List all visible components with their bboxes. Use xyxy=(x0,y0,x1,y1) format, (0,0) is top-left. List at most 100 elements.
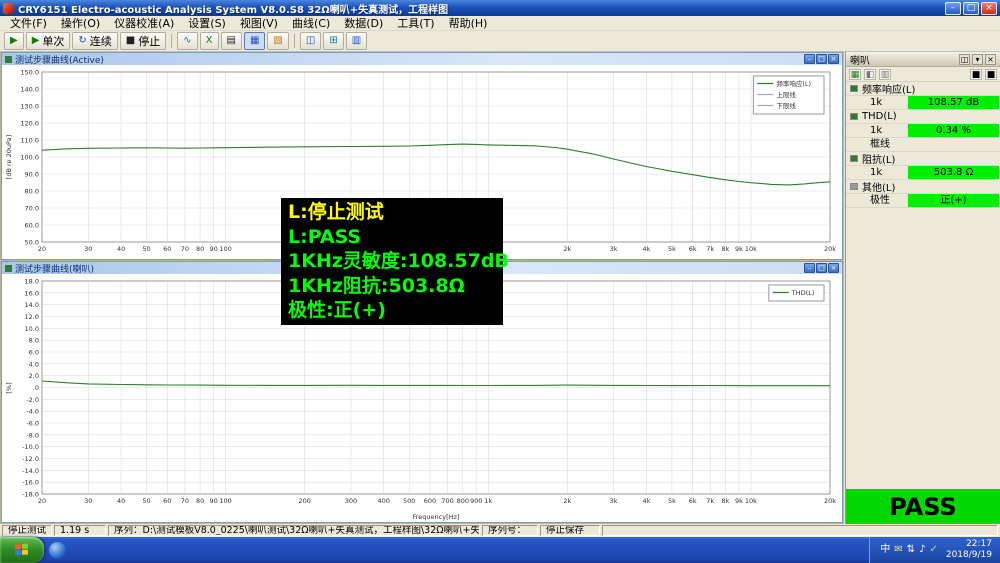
chart-restore-button[interactable]: □ xyxy=(816,263,827,273)
taskbar: 中 ✉ ⇅ ♪ ✓ 22:17 2018/9/19 xyxy=(0,537,1000,563)
panel-legend-icon[interactable]: ▦ xyxy=(849,68,861,80)
panel-marker-icon[interactable]: ■ xyxy=(985,68,997,80)
play-button[interactable]: ▶ xyxy=(4,32,24,50)
chart-window-title: 测试步骤曲线(Active) xyxy=(15,55,104,66)
svg-text:800: 800 xyxy=(457,497,469,505)
measurement-row[interactable]: 1k 503.8 Ω xyxy=(846,166,1000,180)
panel-menu-icon[interactable]: ◫ xyxy=(959,53,970,65)
menu-help[interactable]: 帮助(H) xyxy=(442,15,495,31)
volume-icon[interactable]: ♪ xyxy=(919,545,925,555)
waveform-tool-button[interactable]: ∿ xyxy=(177,32,198,50)
menu-data[interactable]: 数据(D) xyxy=(337,15,390,31)
svg-text:80.0: 80.0 xyxy=(25,188,39,196)
panel-toolbar: ▦ ◧ ▥ ■ ■ xyxy=(846,67,1000,82)
network-icon[interactable]: ⇅ xyxy=(907,545,915,555)
svg-text:40: 40 xyxy=(117,497,125,505)
svg-text:40: 40 xyxy=(117,245,125,253)
menu-calibration[interactable]: 仪器校准(A) xyxy=(107,15,181,31)
overlay-impedance-line: 1KHz阻抗:503.8Ω xyxy=(288,274,465,297)
svg-text:100: 100 xyxy=(219,497,231,505)
svg-text:100.0: 100.0 xyxy=(20,154,39,162)
svg-text:[%]: [%] xyxy=(5,382,13,393)
chart-restore-button[interactable]: □ xyxy=(816,54,827,64)
mail-icon[interactable]: ✉ xyxy=(894,545,902,555)
section-header-other[interactable]: 其他(L) xyxy=(846,180,1000,194)
safety-icon[interactable]: ✓ xyxy=(929,545,937,555)
measurement-value xyxy=(908,138,999,151)
svg-text:110.0: 110.0 xyxy=(20,137,39,145)
open-folder-button[interactable]: ▧ xyxy=(267,32,289,50)
menu-file[interactable]: 文件(F) xyxy=(3,15,54,31)
svg-text:60.0: 60.0 xyxy=(25,222,39,230)
svg-text:-8.0: -8.0 xyxy=(26,431,39,439)
svg-text:20: 20 xyxy=(38,497,46,505)
measurement-row[interactable]: 1k 108.57 dB xyxy=(846,96,1000,110)
svg-text:-2.0: -2.0 xyxy=(26,396,39,404)
svg-text:100: 100 xyxy=(219,245,231,253)
chart-minimize-button[interactable]: – xyxy=(804,263,815,273)
panel-rows-icon[interactable]: ▥ xyxy=(879,68,891,80)
panel-marker-icon[interactable]: ■ xyxy=(970,68,982,80)
measurement-label: 极性 xyxy=(870,195,890,206)
menu-tools[interactable]: 工具(T) xyxy=(390,15,441,31)
report-button[interactable]: ▤ xyxy=(220,32,242,50)
status-save-state: 停止保存 xyxy=(540,525,601,536)
section-header-frequency-response[interactable]: 频率响应(L) xyxy=(846,82,1000,96)
quick-launch-app-icon[interactable] xyxy=(49,541,66,559)
section-title: 其他(L) xyxy=(862,183,896,194)
menu-operation[interactable]: 操作(O) xyxy=(54,15,107,31)
menu-view[interactable]: 视图(V) xyxy=(233,15,285,31)
panel-layout-icon[interactable]: ◧ xyxy=(864,68,876,80)
ime-icon[interactable]: 中 xyxy=(880,545,890,555)
svg-text:700: 700 xyxy=(441,497,453,505)
section-title: THD(L) xyxy=(862,111,897,122)
panel-pin-icon[interactable]: ▾ xyxy=(972,53,983,65)
status-bar: 停止测试 1.19 s 序列：D:\测试模板V8.0_0225\喇叭测试\32Ω… xyxy=(0,524,1000,537)
waveform-icon: ∿ xyxy=(183,35,192,46)
svg-text:80: 80 xyxy=(196,497,204,505)
section-header-thd[interactable]: THD(L) xyxy=(846,110,1000,124)
svg-text:70: 70 xyxy=(181,245,189,253)
svg-text:9k: 9k xyxy=(735,497,743,505)
svg-text:下限线: 下限线 xyxy=(776,101,796,110)
status-serial-number: 序列号： xyxy=(482,525,539,536)
svg-text:600: 600 xyxy=(424,497,436,505)
panel-close-icon[interactable]: × xyxy=(985,53,996,65)
panel-header[interactable]: 喇叭 ◫ ▾ × xyxy=(846,52,1000,67)
chart-minimize-button[interactable]: – xyxy=(804,54,815,64)
svg-text:3k: 3k xyxy=(610,245,618,253)
chart-window-titlebar[interactable]: 测试步骤曲线(Active) – □ × xyxy=(2,53,842,66)
chart-close-button[interactable]: × xyxy=(828,263,839,273)
chart-window-title: 测试步骤曲线(喇叭) xyxy=(15,264,95,275)
menu-settings[interactable]: 设置(S) xyxy=(181,15,233,31)
maximize-button[interactable]: □ xyxy=(963,1,979,15)
svg-text:7k: 7k xyxy=(706,245,714,253)
svg-text:130.0: 130.0 xyxy=(20,103,39,111)
tile-windows-button[interactable]: ◫ xyxy=(299,32,322,50)
stop-button[interactable]: ■ 停止 xyxy=(119,32,167,50)
grid-layout-button[interactable]: ⊞ xyxy=(323,32,344,50)
svg-text:10k: 10k xyxy=(745,497,757,505)
svg-text:.0: .0 xyxy=(33,384,39,392)
close-button[interactable]: × xyxy=(981,1,997,15)
svg-text:-14.0: -14.0 xyxy=(22,467,39,475)
minimize-button[interactable]: – xyxy=(945,1,961,15)
menu-curve[interactable]: 曲线(C) xyxy=(285,15,337,31)
save-button[interactable]: ▦ xyxy=(243,32,266,50)
window-titlebar[interactable]: CRY6151 Electro-acoustic Analysis System… xyxy=(0,0,1000,16)
continuous-test-button[interactable]: ↻ 连续 xyxy=(72,32,118,50)
start-button[interactable] xyxy=(0,537,44,563)
measurement-row[interactable]: 极性 正(+) xyxy=(846,194,1000,208)
play-icon: ▶ xyxy=(10,35,18,46)
single-test-button[interactable]: ▶ 单次 xyxy=(25,32,71,50)
chart-close-button[interactable]: × xyxy=(828,54,839,64)
measurement-row[interactable]: 框线 xyxy=(846,138,1000,152)
svg-text:2k: 2k xyxy=(563,497,571,505)
section-header-impedance[interactable]: 阻抗(L) xyxy=(846,152,1000,166)
measurement-row[interactable]: 1k 0.34 % xyxy=(846,124,1000,138)
svg-text:18.0: 18.0 xyxy=(25,278,39,286)
svg-text:300: 300 xyxy=(345,497,357,505)
excel-export-button[interactable]: X xyxy=(199,32,219,50)
measurement-table: 频率响应(L) 1k 108.57 dB THD(L) 1k 0.34 % 框线 xyxy=(846,82,1000,208)
columns-view-button[interactable]: ▥ xyxy=(345,32,368,50)
